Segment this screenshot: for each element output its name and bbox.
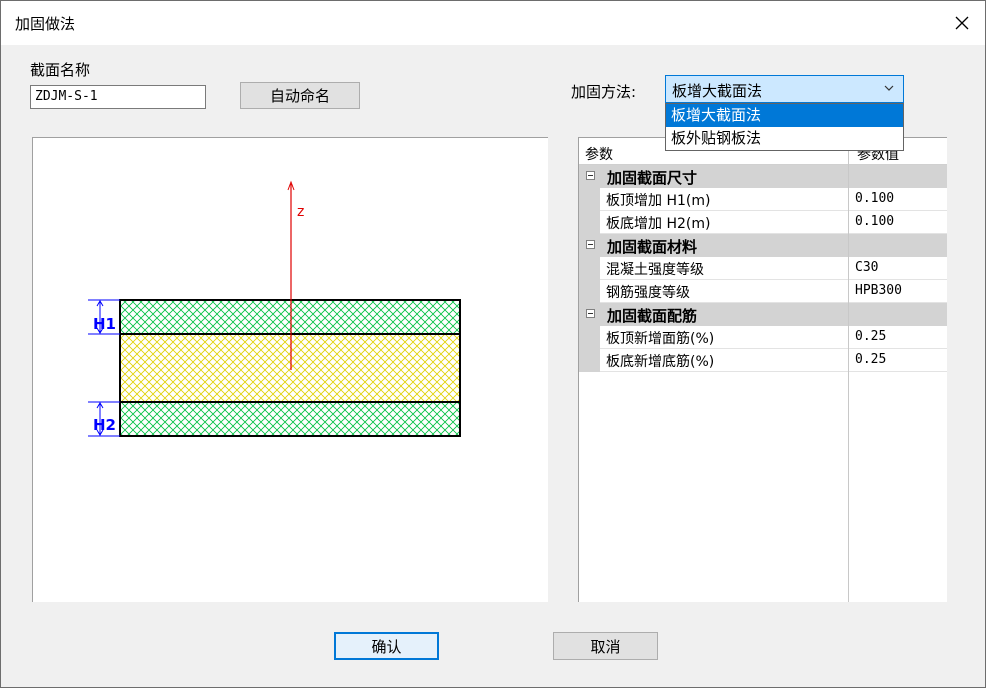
grid-row[interactable]: 板底新增底筋(%) 0.25 <box>579 349 947 372</box>
property-value[interactable]: 0.100 <box>855 214 894 229</box>
section-drawing: z H1 H2 <box>88 180 461 437</box>
z-axis-label: z <box>297 204 304 220</box>
grid-header-param: 参数 <box>585 147 613 163</box>
close-button[interactable] <box>939 1 985 45</box>
slab-core <box>119 333 461 403</box>
grid-row[interactable]: 混凝土强度等级 C30 <box>579 257 947 280</box>
property-name: 钢筋强度等级 <box>606 285 690 301</box>
category-title: 加固截面材料 <box>607 238 698 256</box>
method-label: 加固方法: <box>571 83 637 101</box>
grid-row[interactable]: 板底增加 H2(m) 0.100 <box>579 211 947 234</box>
grid-category[interactable]: 加固截面尺寸 <box>579 165 947 188</box>
h1-label: H1 <box>93 315 116 333</box>
cancel-button[interactable]: 取消 <box>553 632 658 660</box>
category-title: 加固截面尺寸 <box>607 169 698 187</box>
method-dropdown-list: 板增大截面法 板外贴钢板法 <box>665 103 904 151</box>
property-value[interactable]: 0.100 <box>855 191 894 206</box>
grid-row[interactable]: 板顶新增面筋(%) 0.25 <box>579 326 947 349</box>
grid-category[interactable]: 加固截面材料 <box>579 234 947 257</box>
chevron-down-icon <box>884 85 894 91</box>
title-bar: 加固做法 <box>1 1 985 45</box>
property-value[interactable]: HPB300 <box>855 283 902 298</box>
bottom-layer <box>119 401 461 437</box>
ok-button[interactable]: 确认 <box>334 632 439 660</box>
dialog-title: 加固做法 <box>15 15 76 33</box>
grid-row[interactable]: 钢筋强度等级 HPB300 <box>579 280 947 303</box>
property-name: 板底新增底筋(%) <box>606 354 715 370</box>
property-grid: 参数 参数值 加固截面尺寸 板顶增加 H1(m) 0.100 板底增加 H2(m… <box>578 137 947 602</box>
h2-label: H2 <box>93 416 116 434</box>
property-name: 板顶增加 H1(m) <box>606 193 711 209</box>
method-option[interactable]: 板增大截面法 <box>666 104 903 127</box>
collapse-icon[interactable] <box>586 171 595 180</box>
close-icon <box>955 16 969 30</box>
property-name: 混凝土强度等级 <box>606 262 704 278</box>
section-name-input[interactable]: ZDJM-S-1 <box>30 85 206 109</box>
grid-column-divider[interactable] <box>848 138 849 602</box>
section-preview: z H1 H2 <box>32 137 548 602</box>
property-value[interactable]: 0.25 <box>855 329 886 344</box>
dialog-window: 加固做法 截面名称 ZDJM-S-1 自动命名 加固方法: 板增大截面法 板增大… <box>0 0 986 688</box>
property-name: 板底增加 H2(m) <box>606 216 711 232</box>
section-name-label: 截面名称 <box>30 61 91 79</box>
collapse-icon[interactable] <box>586 309 595 318</box>
method-select[interactable]: 板增大截面法 <box>665 75 904 103</box>
method-option[interactable]: 板外贴钢板法 <box>666 127 903 150</box>
grid-category[interactable]: 加固截面配筋 <box>579 303 947 326</box>
category-title: 加固截面配筋 <box>607 307 698 325</box>
top-layer <box>119 299 461 335</box>
method-select-value: 板增大截面法 <box>672 82 763 100</box>
property-name: 板顶新增面筋(%) <box>606 331 715 347</box>
property-value[interactable]: 0.25 <box>855 352 886 367</box>
grid-row[interactable]: 板顶增加 H1(m) 0.100 <box>579 188 947 211</box>
auto-name-button[interactable]: 自动命名 <box>240 82 360 109</box>
collapse-icon[interactable] <box>586 240 595 249</box>
property-value[interactable]: C30 <box>855 260 878 275</box>
